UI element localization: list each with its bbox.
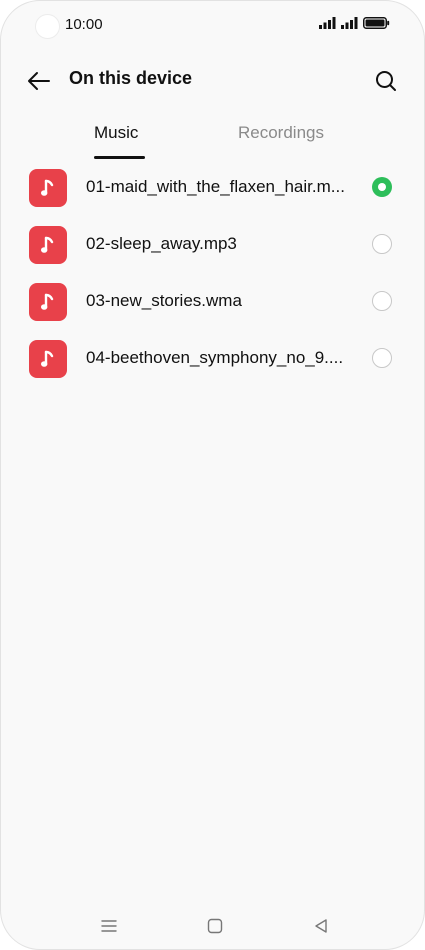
radio-button[interactable]: [372, 291, 392, 311]
signal-icon-2: [341, 17, 358, 29]
file-name: 01-maid_with_the_flaxen_hair.m...: [86, 177, 345, 196]
back-triangle-icon: [315, 919, 327, 933]
list-item[interactable]: 02-sleep_away.mp3: [1, 216, 424, 273]
search-icon: [376, 71, 396, 91]
list-item[interactable]: 03-new_stories.wma: [1, 273, 424, 330]
radio-button[interactable]: [372, 348, 392, 368]
home-square-icon: [207, 918, 223, 934]
page-title: On this device: [69, 68, 193, 88]
tab-recordings[interactable]: Recordings: [238, 123, 324, 143]
system-back-button[interactable]: [309, 914, 333, 938]
music-note-icon: [29, 340, 67, 378]
radio-button[interactable]: [372, 234, 392, 254]
camera-cutout: [35, 14, 60, 39]
list-item[interactable]: 01-maid_with_the_flaxen_hair.m...: [1, 159, 424, 216]
radio-button-selected[interactable]: [372, 177, 392, 197]
arrow-left-icon: [28, 72, 50, 90]
battery-icon: [363, 17, 390, 29]
status-icons: [319, 17, 390, 29]
status-time: 10:00: [65, 16, 103, 33]
phone-screen: 10:00 On this device Music Recordings 01…: [0, 0, 425, 950]
menu-icon: [101, 920, 117, 932]
tab-music[interactable]: Music: [94, 123, 138, 143]
music-note-icon: [29, 169, 67, 207]
home-button[interactable]: [203, 914, 227, 938]
status-bar: 10:00: [1, 1, 424, 49]
search-button[interactable]: [370, 65, 402, 97]
music-note-icon: [29, 226, 67, 264]
file-name: 04-beethoven_symphony_no_9....: [86, 348, 344, 367]
file-name: 03-new_stories.wma: [86, 291, 242, 310]
recent-apps-button[interactable]: [97, 914, 121, 938]
signal-icon: [319, 17, 336, 29]
list-item[interactable]: 04-beethoven_symphony_no_9....: [1, 330, 424, 387]
music-note-icon: [29, 283, 67, 321]
file-name: 02-sleep_away.mp3: [86, 234, 237, 253]
back-button[interactable]: [23, 65, 55, 97]
system-nav-bar: [1, 906, 424, 946]
